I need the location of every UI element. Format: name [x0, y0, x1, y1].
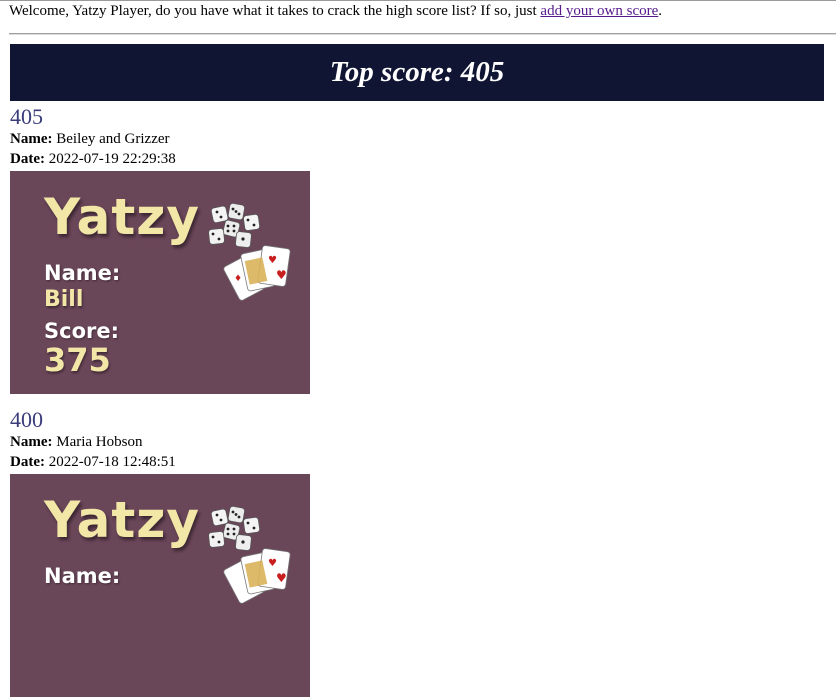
top-score-banner: Top score: 405: [10, 44, 824, 101]
svg-text:♥: ♥: [276, 268, 287, 282]
divider: [9, 33, 836, 35]
top-border: [0, 0, 836, 1]
score-entry: 400 Name: Maria Hobson Date: 2022-07-18 …: [10, 408, 310, 697]
entry-name: Beiley and Grizzer: [56, 131, 170, 147]
entry-name: Maria Hobson: [56, 434, 143, 450]
name-label: Name:: [10, 434, 53, 450]
score-card-image: Yatzy: [10, 474, 310, 697]
welcome-suffix: .: [658, 3, 663, 19]
card-name-value: Bill: [44, 287, 84, 312]
entry-date: 2022-07-19 22:29:38: [48, 151, 176, 167]
entry-score: 405: [10, 104, 43, 129]
card-title: Yatzy: [44, 188, 200, 246]
svg-text:♦: ♦: [234, 274, 242, 284]
svg-text:♥: ♥: [268, 558, 277, 569]
top-score-title: Top score: 405: [329, 56, 505, 88]
card-score-label: Score:: [44, 319, 119, 343]
card-title: Yatzy: [44, 491, 200, 549]
name-label: Name:: [10, 131, 53, 147]
card-name-label: Name:: [44, 564, 121, 588]
score-card-image: Yatzy: [10, 171, 310, 394]
date-label: Date:: [10, 151, 45, 167]
entry-name-row: Name: Maria Hobson: [10, 432, 310, 452]
score-entry: 405 Name: Beiley and Grizzer Date: 2022-…: [10, 105, 310, 394]
welcome-message: Welcome, Yatzy Player, do you have what …: [9, 3, 541, 19]
svg-text:♥: ♥: [268, 255, 277, 266]
welcome-text: Welcome, Yatzy Player, do you have what …: [9, 2, 662, 20]
entry-date: 2022-07-18 12:48:51: [48, 454, 176, 470]
card-score-value: 375: [44, 341, 111, 379]
entry-date-row: Date: 2022-07-19 22:29:38: [10, 149, 310, 169]
svg-text:♥: ♥: [276, 571, 287, 585]
card-name-label: Name:: [44, 261, 121, 285]
date-label: Date:: [10, 454, 45, 470]
playing-cards-icon: ♥ ♥: [223, 548, 291, 604]
add-score-link[interactable]: add your own score: [540, 3, 658, 19]
entry-date-row: Date: 2022-07-18 12:48:51: [10, 452, 310, 472]
playing-cards-icon: ♥ ♥ ♦: [223, 245, 291, 301]
entry-score: 400: [10, 407, 43, 432]
entry-name-row: Name: Beiley and Grizzer: [10, 129, 310, 149]
